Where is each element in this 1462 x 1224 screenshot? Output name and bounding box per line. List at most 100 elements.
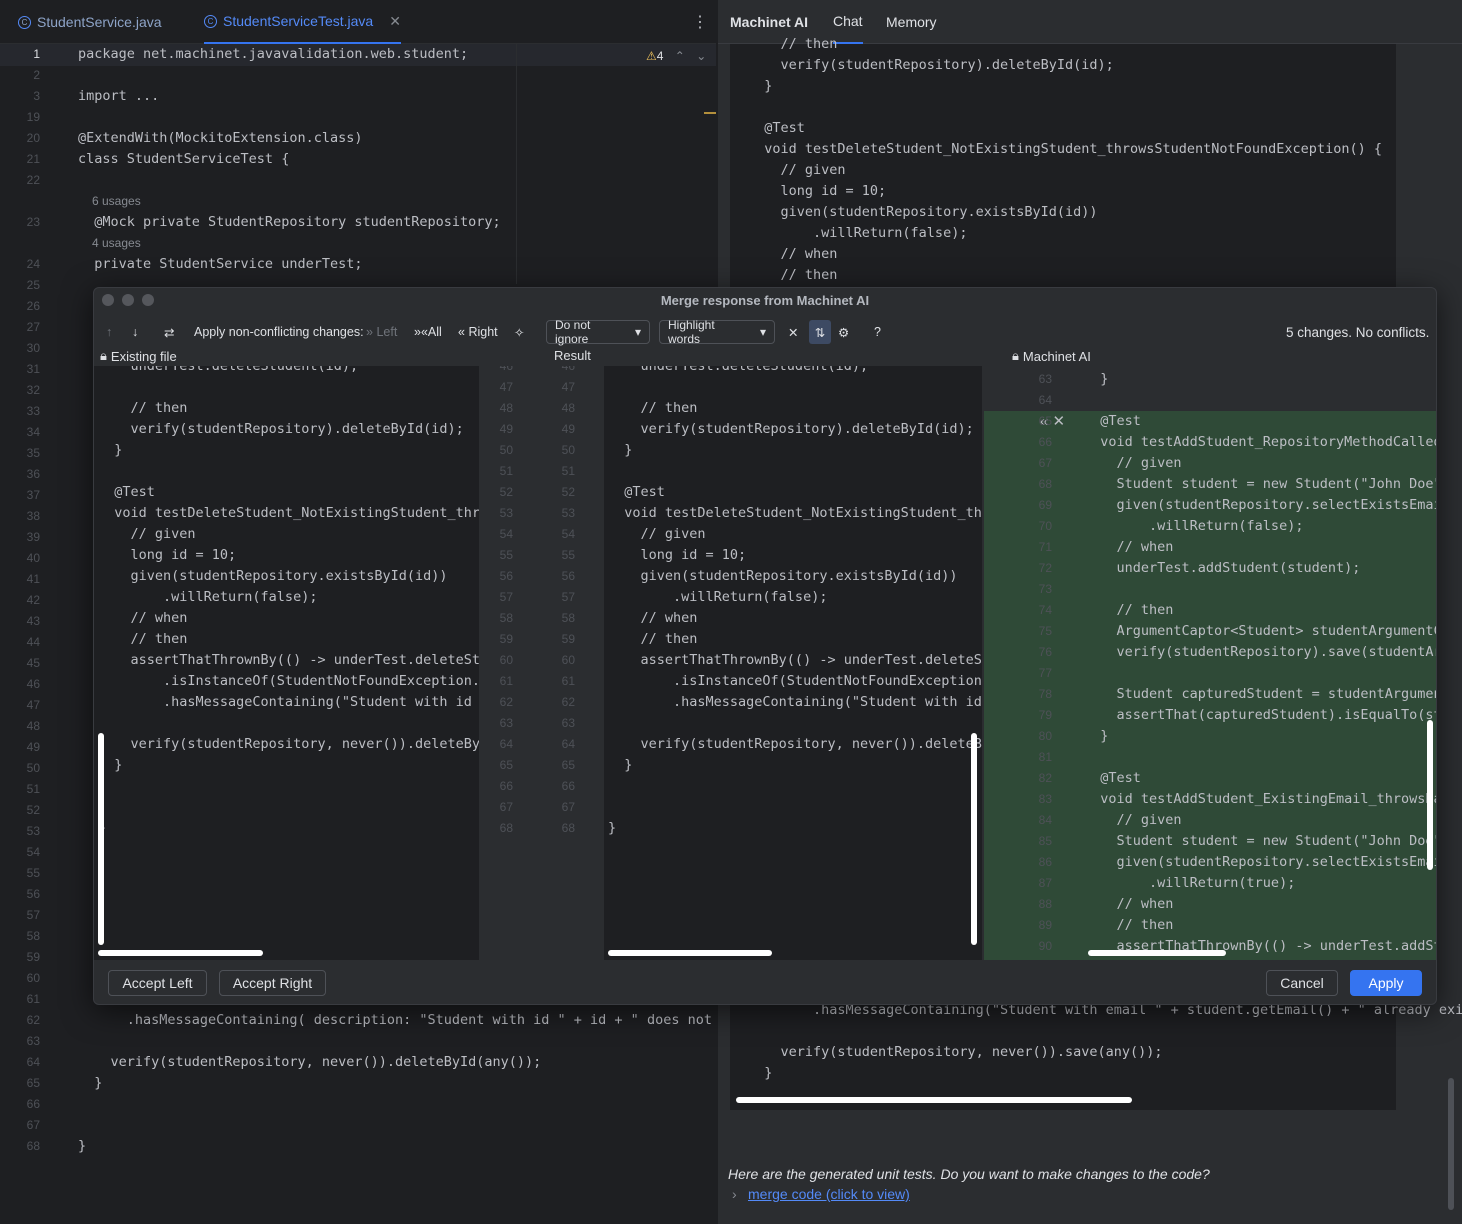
code-line: underTest.deleteStudent(id); [98, 366, 359, 374]
line-number: 88 [1038, 897, 1052, 911]
line-number: 56 [26, 887, 40, 901]
line-number: 61 [499, 674, 513, 688]
cancel-button[interactable]: Cancel [1266, 970, 1338, 996]
code-line: // given [608, 526, 706, 542]
change-marker [704, 112, 716, 114]
line-number: 46 [561, 366, 575, 373]
line-number: 60 [561, 653, 575, 667]
line-number: 62 [499, 695, 513, 709]
result-hscrollbar[interactable] [608, 950, 772, 956]
code-line: void testAddStudent_RepositoryMethodCall… [1100, 434, 1436, 450]
line-number: 67 [26, 1118, 40, 1132]
tab-student-service[interactable]: C StudentService.java [18, 0, 162, 44]
usages-hint[interactable]: 4 usages [92, 236, 141, 250]
line-number: 58 [561, 611, 575, 625]
merge-dialog: Merge response from Machinet AI ↑ ↓ ⇄ Ap… [93, 287, 1437, 1005]
line-number: 76 [1038, 645, 1052, 659]
arrow-down-icon[interactable]: ↓ [132, 320, 138, 344]
line-number: 43 [26, 614, 40, 628]
ai-hscrollbar[interactable] [1088, 950, 1226, 956]
left-hscrollbar[interactable] [98, 950, 263, 956]
accept-left-button[interactable]: Accept Left [108, 970, 207, 996]
code-line: } [78, 1075, 103, 1091]
line-number: 70 [1038, 519, 1052, 533]
tab-label: StudentServiceTest.java [223, 13, 374, 29]
tab-chat[interactable]: Chat [833, 0, 863, 44]
magic-wand-icon[interactable]: ✧ [514, 320, 524, 344]
code-line: // when [1084, 896, 1174, 912]
line-number: 57 [499, 590, 513, 604]
chevron-right-icon[interactable]: › [732, 1186, 737, 1202]
line-number: 64 [499, 737, 513, 751]
code-line: .hasMessageContaining("Student with id "… [673, 694, 982, 710]
line-number: 23 [26, 215, 40, 229]
dialog-title: Merge response from Machinet AI [660, 293, 870, 308]
line-number: 62 [26, 1013, 40, 1027]
apply-button[interactable]: Apply [1350, 970, 1422, 996]
close-icon[interactable]: ✕ [389, 13, 401, 30]
code-line: } [98, 442, 123, 458]
collapse-icon[interactable]: ✕ [788, 320, 798, 344]
code-line: Student capturedStudent = studentArgumen… [1116, 686, 1437, 702]
line-number: 84 [1038, 813, 1052, 827]
header-result: Result [554, 348, 591, 363]
ignore-dropdown[interactable]: Do not ignore ▾ [546, 318, 650, 346]
line-number: 51 [561, 464, 575, 478]
apply-all-button[interactable]: »« All [414, 320, 442, 344]
header-existing-file: 🔒︎ Existing file [100, 348, 177, 364]
apply-changes-icon[interactable]: ⇄ [164, 320, 174, 344]
code-line: } [748, 1065, 773, 1081]
tab-student-service-test[interactable]: C StudentServiceTest.java ✕ [204, 0, 401, 44]
line-number: 81 [1038, 750, 1052, 764]
chevron-down-icon[interactable]: ⌄ [696, 49, 706, 63]
line-number: 56 [499, 569, 513, 583]
line-number: 37 [26, 488, 40, 502]
code-line: .isInstanceOf(StudentNotFoundException.c… [163, 673, 479, 689]
code-line: // then [98, 400, 188, 416]
line-number: 60 [26, 971, 40, 985]
result-vscrollbar[interactable] [971, 733, 977, 945]
chevron-down-icon: ▾ [759, 325, 766, 339]
code-line: // given [1084, 455, 1182, 471]
line-number: 55 [26, 866, 40, 880]
more-icon[interactable]: ⋮ [692, 12, 708, 32]
line-number: 39 [26, 530, 40, 544]
code-line: private StudentService underTest; [78, 256, 363, 272]
line-number: 47 [499, 380, 513, 394]
line-number: 68 [1038, 477, 1052, 491]
code-line: @Test [98, 484, 155, 500]
accept-right-button[interactable]: Accept Right [219, 970, 326, 996]
left-pane[interactable]: underTest.deleteStudent(id); // then ver… [94, 366, 479, 960]
lock-icon: 🔒︎ [100, 348, 107, 363]
tab-memory[interactable]: Memory [886, 0, 937, 44]
chevron-up-icon[interactable]: ⌃ [675, 49, 685, 63]
line-number: 71 [1038, 540, 1052, 554]
line-number: 47 [26, 698, 40, 712]
line-number: 67 [561, 800, 575, 814]
code-block-scrollbar[interactable] [736, 1097, 1132, 1103]
result-pane[interactable]: underTest.deleteStudent(id); // then ver… [604, 366, 982, 960]
highlight-dropdown[interactable]: Highlight words ▾ [659, 318, 775, 346]
merge-code-link[interactable]: merge code (click to view) [748, 1186, 910, 1202]
sync-scroll-icon[interactable]: ⇅ [809, 320, 831, 344]
code-line: .hasMessageContaining("Student with id "… [163, 694, 472, 710]
apply-left-button[interactable]: » Left [366, 320, 397, 344]
line-number: 53 [499, 506, 513, 520]
line-number: 19 [26, 110, 40, 124]
apply-right-button[interactable]: « Right [458, 320, 498, 344]
chat-scrollbar[interactable] [1448, 1078, 1454, 1210]
left-vscrollbar[interactable] [98, 733, 104, 945]
line-number: 87 [1038, 876, 1052, 890]
usages-hint[interactable]: 6 usages [92, 194, 141, 208]
line-number: 35 [26, 446, 40, 460]
code-line: // when [98, 610, 188, 626]
arrow-up-icon[interactable]: ↑ [106, 320, 112, 344]
ai-vscrollbar[interactable] [1427, 720, 1433, 870]
code-line: underTest.addStudent(student); [1084, 560, 1361, 576]
help-icon[interactable]: ? [874, 320, 881, 344]
ai-pane[interactable]: « ✕ 63 64 65 66 67 68 69 70 71 72 73 74 75 76 77 78 79 80… [984, 366, 1436, 960]
code-line: given(studentRepository.existsById(id)) [98, 568, 448, 584]
line-number: 26 [26, 299, 40, 313]
settings-icon[interactable]: ⚙ [838, 320, 849, 344]
warnings-indicator[interactable]: ⚠4 ⌃ ⌄ [646, 49, 706, 63]
